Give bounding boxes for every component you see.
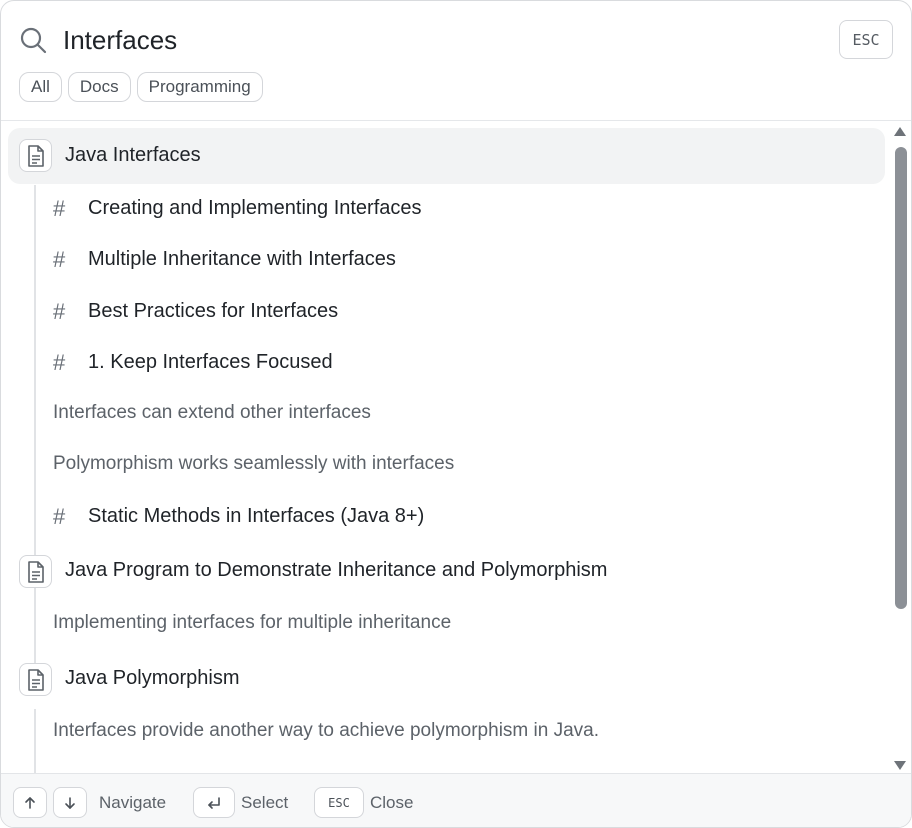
result-doc-java-interfaces[interactable]: Java Interfaces xyxy=(1,128,891,184)
snippet-text: Interfaces provide another way to achiev… xyxy=(53,720,599,741)
snippet-text: Interfaces can extend other interfaces xyxy=(53,402,371,423)
result-heading[interactable]: # Multiple Inheritance with Interfaces xyxy=(1,247,891,283)
scroll-up-arrow[interactable] xyxy=(894,127,906,136)
document-icon xyxy=(19,139,52,172)
document-icon xyxy=(19,663,52,696)
search-input[interactable] xyxy=(63,21,803,59)
filter-docs[interactable]: Docs xyxy=(67,72,131,102)
scrollbar-thumb[interactable] xyxy=(895,147,907,609)
result-heading[interactable]: # Best Practices for Interfaces xyxy=(1,299,891,335)
search-header: ESC All Docs Programming xyxy=(1,1,911,121)
doc-title: Java Polymorphism xyxy=(65,667,240,689)
esc-key: ESC xyxy=(314,787,364,818)
result-heading[interactable]: # Creating and Implementing Interfaces xyxy=(1,196,891,232)
navigate-label: Navigate xyxy=(99,793,167,812)
result-heading[interactable]: # 1. Keep Interfaces Focused xyxy=(1,350,891,386)
result-doc-java-polymorphism[interactable]: Java Polymorphism xyxy=(1,652,891,708)
snippet-text: Implementing interfaces for multiple inh… xyxy=(53,612,452,633)
filter-all[interactable]: All xyxy=(19,72,62,102)
hash-icon: # xyxy=(53,247,66,272)
footer-hints: Navigate Select ESC Close xyxy=(1,773,911,827)
hash-icon: # xyxy=(53,299,66,324)
snippet-text: Polymorphism works seamlessly with inter… xyxy=(53,453,455,474)
filter-programming[interactable]: Programming xyxy=(136,72,263,102)
select-label: Select xyxy=(241,793,289,812)
doc-title: Java Program to Demonstrate Inheritance … xyxy=(65,559,608,581)
heading-label: Multiple Inheritance with Interfaces xyxy=(88,248,396,270)
hash-icon: # xyxy=(53,196,66,221)
results-list: Java Interfaces # Creating and Implement… xyxy=(1,121,891,773)
result-snippet[interactable]: Interfaces provide another way to achiev… xyxy=(1,720,891,756)
heading-label: 1. Keep Interfaces Focused xyxy=(88,351,333,373)
arrow-down-key xyxy=(53,787,87,818)
heading-label: Best Practices for Interfaces xyxy=(88,300,339,322)
search-icon xyxy=(20,27,47,54)
hash-icon: # xyxy=(53,504,66,529)
result-snippet[interactable]: Interfaces can extend other interfaces xyxy=(1,402,891,438)
enter-key xyxy=(193,787,235,818)
heading-label: Static Methods in Interfaces (Java 8+) xyxy=(88,505,425,527)
enter-icon xyxy=(208,796,220,809)
result-doc-java-program[interactable]: Java Program to Demonstrate Inheritance … xyxy=(1,544,891,600)
scroll-down-arrow[interactable] xyxy=(894,761,906,770)
result-snippet[interactable]: Implementing interfaces for multiple inh… xyxy=(1,612,891,648)
filter-chips: All Docs Programming xyxy=(19,72,263,102)
esc-button[interactable]: ESC xyxy=(839,20,893,59)
result-heading[interactable]: # Static Methods in Interfaces (Java 8+) xyxy=(1,504,891,540)
heading-label: Creating and Implementing Interfaces xyxy=(88,197,422,219)
arrow-up-icon xyxy=(25,796,35,809)
result-snippet[interactable]: Polymorphism works seamlessly with inter… xyxy=(1,453,891,489)
search-dialog: ESC All Docs Programming Java Int xyxy=(0,0,912,828)
hash-icon: # xyxy=(53,350,66,375)
arrow-down-icon xyxy=(65,796,75,809)
document-icon xyxy=(19,555,52,588)
doc-title: Java Interfaces xyxy=(65,144,201,166)
close-label: Close xyxy=(370,793,414,812)
arrow-up-key xyxy=(13,787,47,818)
